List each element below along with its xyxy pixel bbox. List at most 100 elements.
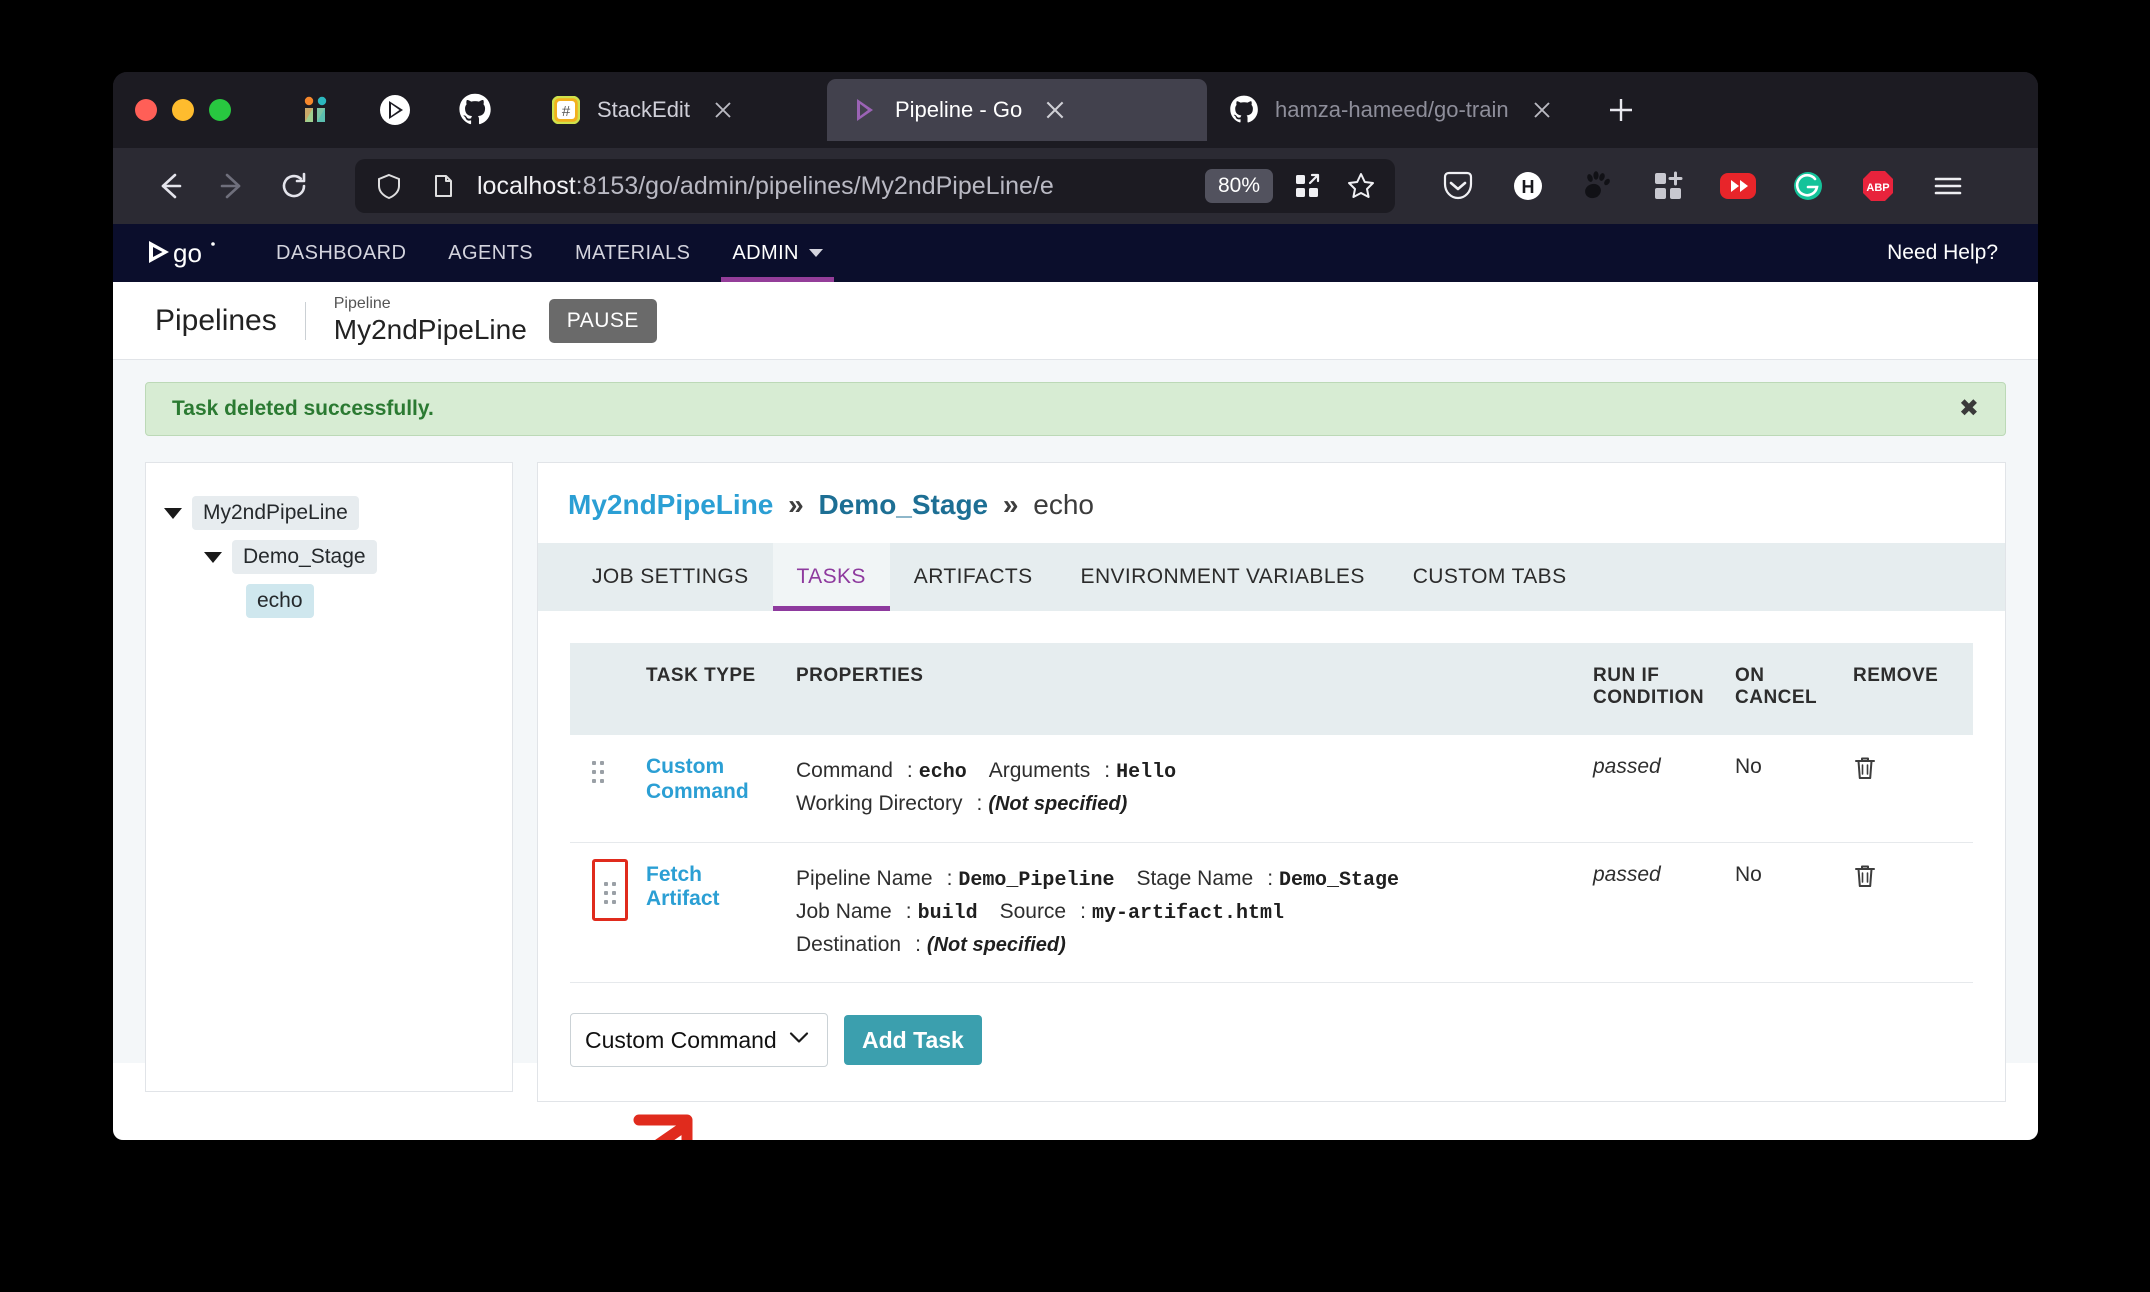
content-columns: My2ndPipeLine Demo_Stage echo My2ndPipeL… <box>145 462 2006 1102</box>
close-tab-button[interactable] <box>1525 93 1559 127</box>
run-if-value: passed <box>1593 755 1661 778</box>
video-downloader-icon[interactable] <box>1717 165 1759 207</box>
adblock-plus-icon[interactable]: ABP <box>1857 165 1899 207</box>
pinned-tab-github[interactable] <box>455 90 495 130</box>
tab-github-go-training[interactable]: hamza-hameed/go-training at <box>1207 79 1577 141</box>
page-info-icon[interactable] <box>423 166 463 206</box>
url-text[interactable]: localhost:8153/go/admin/pipelines/My2ndP… <box>477 172 1191 201</box>
minimize-window-button[interactable] <box>172 99 194 121</box>
reload-button[interactable] <box>263 155 325 217</box>
shield-icon[interactable] <box>369 166 409 206</box>
gocd-header: go DASHBOARD AGENTS MATERIALS ADMIN Need… <box>113 224 2038 282</box>
url-bar[interactable]: localhost:8153/go/admin/pipelines/My2ndP… <box>355 159 1395 213</box>
nav-dashboard[interactable]: DASHBOARD <box>255 224 427 282</box>
flash-message-text: Task deleted successfully. <box>172 397 434 420</box>
nav-admin[interactable]: ADMIN <box>711 224 843 282</box>
plus-icon <box>1610 99 1632 121</box>
pipeline-entity-name: My2ndPipeLine <box>333 314 527 346</box>
bookmark-star-icon[interactable] <box>1341 166 1381 206</box>
drag-handle-icon[interactable] <box>604 881 616 904</box>
tab-custom-tabs[interactable]: CUSTOM TABS <box>1389 543 1591 611</box>
triangle-down-icon[interactable] <box>164 507 182 519</box>
new-tab-button[interactable] <box>1593 82 1649 138</box>
tab-job-settings[interactable]: JOB SETTINGS <box>568 543 773 611</box>
property-value: Demo_Pipeline <box>958 868 1115 892</box>
tab-environment-variables[interactable]: ENVIRONMENT VARIABLES <box>1057 543 1389 611</box>
on-cancel-value: No <box>1735 862 1762 886</box>
property-value: Hello <box>1116 761 1177 784</box>
task-type-line2: Artifact <box>646 887 720 911</box>
on-cancel-value: No <box>1735 755 1762 778</box>
tab-label: TASKS <box>796 565 866 588</box>
column-header-properties: PROPERTIES <box>796 643 1593 735</box>
task-type-line2: Command <box>646 779 749 803</box>
close-tab-button[interactable] <box>706 93 740 127</box>
trash-icon[interactable] <box>1853 757 1877 787</box>
pause-button[interactable]: PAUSE <box>548 298 657 343</box>
gocd-main-nav: DASHBOARD AGENTS MATERIALS ADMIN <box>255 224 844 282</box>
column-header-run-if-condition: RUN IF CONDITION <box>1593 643 1735 735</box>
column-header-task-type: TASK TYPE <box>646 643 796 735</box>
zoom-level-indicator[interactable]: 80% <box>1204 169 1273 203</box>
property-colon: : <box>905 899 912 923</box>
property-key: Arguments <box>988 759 1091 782</box>
pinned-tab-metabase[interactable] <box>295 90 335 130</box>
need-help-link[interactable]: Need Help? <box>1887 241 1998 265</box>
browser-nav-bar: localhost:8153/go/admin/pipelines/My2ndP… <box>113 148 2038 224</box>
pipeline-identity: Pipeline My2ndPipeLine <box>334 294 527 347</box>
task-type-select-wrap: Custom Command <box>570 1013 828 1067</box>
maximize-window-button[interactable] <box>209 99 231 121</box>
window-controls <box>135 99 231 121</box>
annotation-arrow <box>633 1114 693 1140</box>
go-logo[interactable]: go <box>147 233 219 273</box>
grammarly-icon[interactable] <box>1787 165 1829 207</box>
tab-pipeline-go[interactable]: Pipeline - Go <box>827 79 1207 141</box>
trash-icon[interactable] <box>1853 865 1877 895</box>
flash-close-button[interactable]: ✖ <box>1959 397 1979 421</box>
task-type-link[interactable]: Custom Command <box>646 755 796 805</box>
tab-artifacts[interactable]: ARTIFACTS <box>890 543 1057 611</box>
tree-node-job[interactable]: echo <box>164 579 494 623</box>
honey-icon[interactable]: H <box>1507 165 1549 207</box>
task-type-link[interactable]: Fetch Artifact <box>646 863 796 913</box>
tree-node-label[interactable]: echo <box>246 584 314 618</box>
tab-tasks[interactable]: TASKS <box>772 543 891 611</box>
github-icon <box>459 93 491 125</box>
property-key: Command <box>796 759 893 782</box>
breadcrumb-separator: » <box>1002 489 1019 520</box>
tab-stackedit[interactable]: # StackEdit <box>529 79 827 141</box>
drag-handle-highlight[interactable] <box>592 858 628 921</box>
breadcrumb-pipeline-link[interactable]: My2ndPipeLine <box>568 489 773 520</box>
pinned-tab-gocd[interactable] <box>375 90 415 130</box>
job-tabs: JOB SETTINGS TASKS ARTIFACTS ENVIRONMENT… <box>538 543 2005 611</box>
nav-materials[interactable]: MATERIALS <box>554 224 711 282</box>
extensions-add-icon[interactable] <box>1647 165 1689 207</box>
breadcrumb-stage-link[interactable]: Demo_Stage <box>819 489 989 520</box>
triangle-down-icon[interactable] <box>204 551 222 563</box>
pinned-tabs <box>295 90 495 130</box>
add-task-row: Custom Command Add Task <box>538 983 2005 1101</box>
add-task-button[interactable]: Add Task <box>844 1015 982 1065</box>
tree-node-pipeline[interactable]: My2ndPipeLine <box>164 491 494 535</box>
property-line: Destination: (Not specified) <box>796 929 1593 961</box>
property-colon: : <box>976 792 983 815</box>
drag-handle-icon[interactable] <box>592 761 604 783</box>
close-tab-button[interactable] <box>1038 93 1072 127</box>
tree-node-label[interactable]: Demo_Stage <box>232 540 377 574</box>
tree-node-stage[interactable]: Demo_Stage <box>164 535 494 579</box>
tree-node-label[interactable]: My2ndPipeLine <box>192 496 359 530</box>
breadcrumb-current-job: echo <box>1033 489 1094 520</box>
pocket-icon[interactable] <box>1437 165 1479 207</box>
gnome-icon[interactable] <box>1577 165 1619 207</box>
back-button[interactable] <box>139 155 201 217</box>
remove-cell <box>1853 735 1973 843</box>
task-type-line1: Custom <box>646 755 725 778</box>
close-window-button[interactable] <box>135 99 157 121</box>
tab-label: Pipeline - Go <box>895 97 1023 122</box>
hamburger-menu-icon[interactable] <box>1927 165 1969 207</box>
forward-button[interactable] <box>201 155 263 217</box>
column-header-line2: CANCEL <box>1735 687 1818 708</box>
reader-view-icon[interactable] <box>1287 166 1327 206</box>
nav-agents[interactable]: AGENTS <box>427 224 554 282</box>
task-type-select[interactable]: Custom Command <box>570 1013 828 1067</box>
